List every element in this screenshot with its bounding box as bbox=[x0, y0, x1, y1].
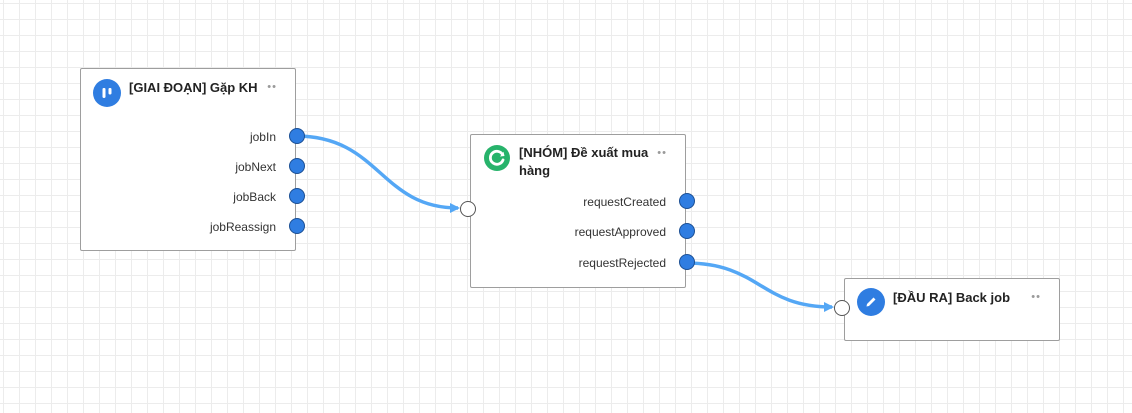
port-label: jobReassign bbox=[209, 220, 276, 234]
group-node[interactable]: [NHÓM] Đề xuất mua hàng •• requestCreate… bbox=[460, 134, 695, 288]
group-node-title-line2: hàng bbox=[519, 163, 551, 178]
output-port-dot[interactable] bbox=[679, 193, 695, 209]
port-label: requestApproved bbox=[574, 225, 666, 239]
stage-node-menu-icon[interactable]: •• bbox=[267, 81, 277, 93]
output-node[interactable]: [ĐẦU RA] Back job •• bbox=[834, 278, 1060, 341]
output-input-port[interactable] bbox=[834, 300, 850, 316]
output-port-dot[interactable] bbox=[679, 254, 695, 270]
pencil-icon bbox=[857, 288, 885, 316]
output-port-requestcreated: requestCreated bbox=[583, 193, 695, 211]
port-label: jobNext bbox=[235, 160, 276, 174]
kanban-icon bbox=[93, 79, 121, 107]
output-port-requestrejected: requestRejected bbox=[578, 254, 695, 272]
group-node-title: [NHÓM] Đề xuất mua hàng bbox=[519, 144, 648, 180]
output-port-dot[interactable] bbox=[289, 128, 305, 144]
group-node-title-line1: [NHÓM] Đề xuất mua bbox=[519, 145, 649, 160]
port-label: requestRejected bbox=[578, 256, 666, 270]
output-port-dot[interactable] bbox=[679, 223, 695, 239]
port-label: requestCreated bbox=[583, 195, 666, 209]
output-port-dot[interactable] bbox=[289, 158, 305, 174]
output-port-jobback: jobBack bbox=[233, 188, 305, 206]
output-port-jobnext: jobNext bbox=[235, 158, 305, 176]
edge-jobin-to-group[interactable] bbox=[295, 134, 460, 213]
output-node-title: [ĐẦU RA] Back job bbox=[893, 290, 1011, 305]
group-input-port[interactable] bbox=[460, 201, 476, 217]
stage-node[interactable]: [GIAI ĐOẠN] Gặp KH •• jobIn jobNext jobB… bbox=[80, 68, 305, 251]
output-port-dot[interactable] bbox=[289, 218, 305, 234]
output-port-requestapproved: requestApproved bbox=[574, 223, 695, 241]
output-port-jobin: jobIn bbox=[249, 128, 305, 146]
output-port-jobreassign: jobReassign bbox=[209, 218, 305, 236]
edge-rejected-to-output[interactable] bbox=[685, 261, 834, 312]
stage-node-title: [GIAI ĐOẠN] Gặp KH bbox=[129, 80, 258, 95]
port-label: jobBack bbox=[233, 190, 276, 204]
output-port-dot[interactable] bbox=[289, 188, 305, 204]
group-node-menu-icon[interactable]: •• bbox=[657, 147, 667, 159]
port-label: jobIn bbox=[249, 130, 276, 144]
refresh-icon bbox=[483, 144, 511, 172]
output-node-menu-icon[interactable]: •• bbox=[1031, 291, 1041, 303]
